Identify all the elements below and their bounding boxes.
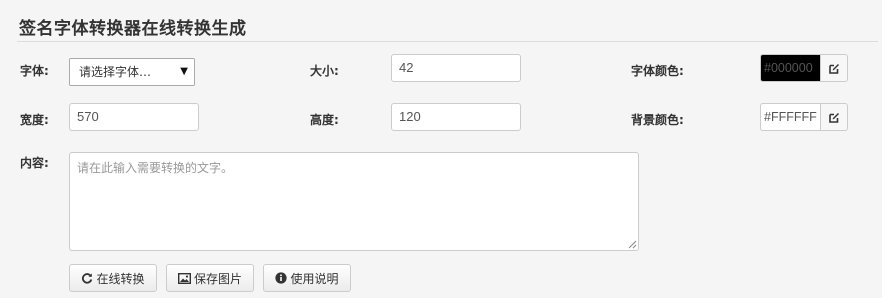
- font-select-value: 请选择字体…: [79, 65, 152, 79]
- content-label: 内容:: [20, 156, 49, 170]
- bg-color-picker-button[interactable]: [820, 103, 848, 131]
- image-icon: [177, 272, 191, 284]
- size-label: 大小:: [310, 64, 339, 78]
- font-label: 字体:: [20, 64, 49, 78]
- edit-icon: [828, 63, 839, 74]
- width-label: 宽度:: [20, 113, 49, 127]
- content-textarea[interactable]: 请在此输入需要转换的文字。: [69, 152, 639, 251]
- height-label: 高度:: [310, 113, 339, 127]
- font-select[interactable]: 请选择字体… ▼: [69, 58, 195, 86]
- chevron-down-icon: ▼: [180, 66, 188, 77]
- font-color-picker-button[interactable]: [820, 54, 848, 82]
- bg-color-label: 背景颜色:: [631, 113, 684, 127]
- width-input[interactable]: 570: [69, 103, 199, 131]
- refresh-icon: [82, 273, 93, 284]
- help-button[interactable]: 使用说明: [263, 264, 351, 292]
- info-icon: [275, 272, 288, 284]
- convert-button-label: 在线转换: [96, 271, 145, 286]
- page-title: 签名字体转换器在线转换生成: [19, 19, 247, 39]
- font-color-input[interactable]: #000000: [760, 54, 820, 82]
- save-image-button-label: 保存图片: [193, 271, 242, 286]
- bg-color-input[interactable]: #FFFFFF: [760, 103, 820, 131]
- content-placeholder: 请在此输入需要转换的文字。: [77, 161, 234, 175]
- size-input[interactable]: 42: [391, 54, 521, 82]
- resize-grip-icon[interactable]: [628, 240, 637, 249]
- edit-icon: [828, 112, 839, 123]
- font-color-picker: #000000: [760, 54, 848, 82]
- save-image-button[interactable]: 保存图片: [166, 264, 254, 292]
- title-divider: [17, 41, 878, 42]
- font-color-label: 字体颜色:: [631, 64, 684, 78]
- help-button-label: 使用说明: [290, 271, 339, 286]
- bg-color-picker: #FFFFFF: [760, 103, 848, 131]
- height-input[interactable]: 120: [391, 103, 521, 131]
- convert-button[interactable]: 在线转换: [69, 264, 157, 292]
